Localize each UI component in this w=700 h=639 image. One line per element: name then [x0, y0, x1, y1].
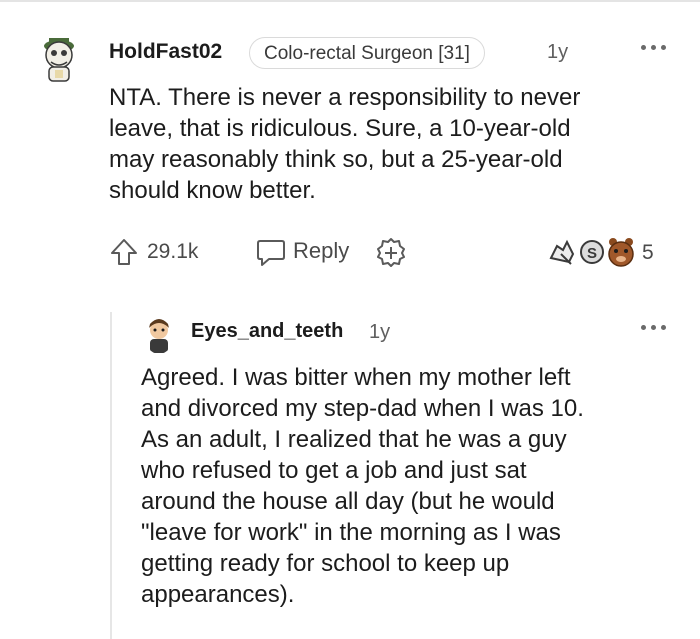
reply-avatar[interactable]: [144, 316, 174, 354]
award-icon: S: [580, 240, 604, 264]
comment-actions: 29.1k Reply S 5: [109, 232, 669, 272]
comment: HoldFast02 Colo-rectal Surgeon [31] 1y N…: [0, 0, 700, 639]
reply-icon[interactable]: [255, 237, 287, 267]
comment-body: NTA. There is never a responsibility to …: [109, 82, 679, 206]
award-icons[interactable]: S: [547, 236, 639, 268]
avatar-image: [149, 319, 169, 353]
username[interactable]: HoldFast02: [109, 40, 222, 64]
reply-username[interactable]: Eyes_and_teeth: [191, 320, 343, 343]
reply-line: "leave for work" in the morning as I was: [141, 519, 561, 546]
reply-line: who refused to get a job and just sat: [141, 457, 527, 484]
upvote-icon[interactable]: [109, 237, 139, 267]
avatar[interactable]: [36, 26, 82, 84]
reply-line: getting ready for school to keep up: [141, 550, 510, 577]
reply-line: appearances).: [141, 581, 295, 608]
reply-line: around the house all day (but he would: [141, 488, 555, 515]
reply-line: Agreed. I was bitter when my mother left: [141, 364, 571, 391]
award-icon: [549, 239, 575, 265]
reply-age: 1y: [369, 321, 391, 343]
reply-line: and divorced my step-dad when I was 10.: [141, 395, 584, 422]
award-count: 5: [642, 241, 654, 264]
comment-line: NTA. There is never a responsibility to …: [109, 84, 581, 111]
svg-text:S: S: [587, 245, 597, 262]
comment-line: may reasonably think so, but a 25-year-o…: [109, 146, 563, 173]
comment-line: leave, that is ridiculous. Sure, a 10-ye…: [109, 115, 571, 142]
vote-score: 29.1k: [147, 240, 199, 263]
reply-body: Agreed. I was bitter when my mother left…: [141, 362, 681, 610]
comment-age: 1y: [547, 41, 569, 63]
comment-line: should know better.: [109, 177, 316, 204]
more-options-icon[interactable]: [641, 324, 667, 332]
avatar-image: [44, 38, 74, 82]
thread-line[interactable]: [110, 312, 112, 639]
award-icon: [608, 238, 634, 267]
user-flair: Colo-rectal Surgeon [31]: [249, 37, 485, 69]
more-options-icon[interactable]: [641, 44, 667, 52]
reply-line: As an adult, I realized that he was a gu…: [141, 426, 567, 453]
reply-button[interactable]: Reply: [293, 238, 349, 264]
give-award-icon[interactable]: [375, 236, 407, 268]
